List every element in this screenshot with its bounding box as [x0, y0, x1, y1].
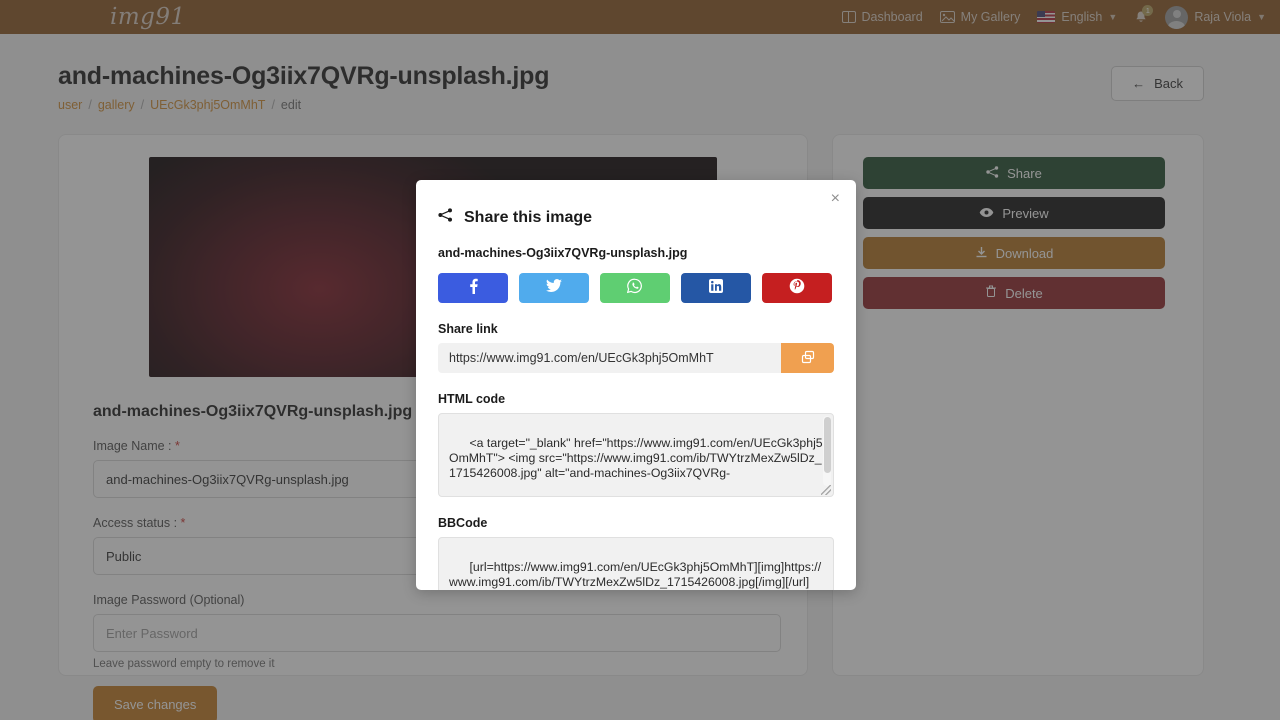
- linkedin-icon: [709, 278, 723, 298]
- share-twitter-button[interactable]: [519, 273, 589, 303]
- bbcode-label: BBCode: [438, 516, 488, 530]
- share-pinterest-button[interactable]: [762, 273, 832, 303]
- html-code-textarea[interactable]: <a target="_blank" href="https://www.img…: [438, 413, 834, 497]
- share-facebook-button[interactable]: [438, 273, 508, 303]
- resize-handle[interactable]: [821, 485, 831, 495]
- html-code-text: <a target="_blank" href="https://www.img…: [449, 436, 823, 480]
- share-modal-filename: and-machines-Og3iix7QVRg-unsplash.jpg: [438, 246, 688, 260]
- scrollbar-thumb[interactable]: [823, 417, 831, 473]
- share-whatsapp-button[interactable]: [600, 273, 670, 303]
- close-icon[interactable]: ×: [831, 191, 840, 207]
- share-linkedin-button[interactable]: [681, 273, 751, 303]
- whatsapp-icon: [626, 278, 643, 299]
- html-code-label: HTML code: [438, 392, 506, 406]
- share-link-row: https://www.img91.com/en/UEcGk3phj5OmMhT: [438, 343, 834, 373]
- share-modal-title: Share this image: [438, 208, 834, 227]
- bbcode-textarea[interactable]: [url=https://www.img91.com/en/UEcGk3phj5…: [438, 537, 834, 590]
- copy-icon: [801, 350, 815, 367]
- share-link-input[interactable]: https://www.img91.com/en/UEcGk3phj5OmMhT: [438, 343, 781, 373]
- bbcode-text: [url=https://www.img91.com/en/UEcGk3phj5…: [449, 560, 822, 589]
- share-icon: [438, 208, 453, 227]
- share-modal-title-text: Share this image: [464, 208, 593, 226]
- facebook-icon: [469, 278, 478, 299]
- twitter-icon: [546, 278, 562, 298]
- pinterest-icon: [789, 278, 805, 299]
- share-modal: × Share this image and-machines-Og3iix7Q…: [416, 180, 856, 590]
- copy-link-button[interactable]: [781, 343, 834, 373]
- share-link-label: Share link: [438, 322, 498, 336]
- app-root: img91 Dashboard My Gallery English ▼: [0, 0, 1280, 720]
- social-buttons: [438, 273, 834, 303]
